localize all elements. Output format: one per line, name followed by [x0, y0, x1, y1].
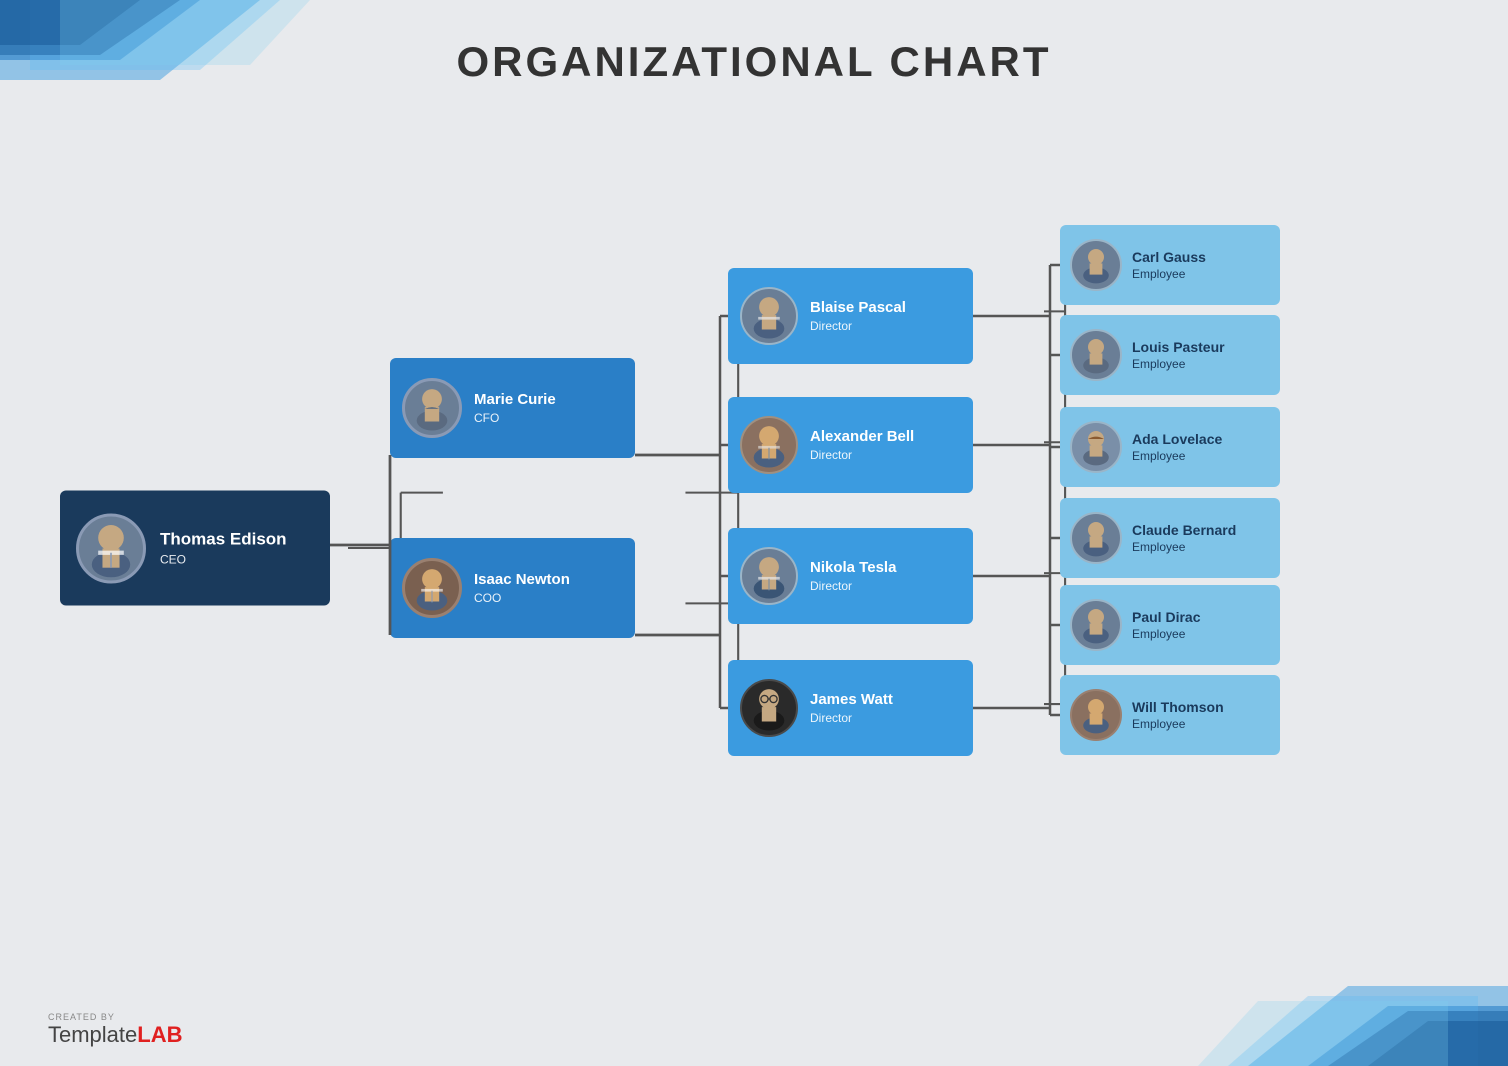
- employee-5-name: Will Thomson: [1132, 699, 1224, 716]
- employee-1-role: Employee: [1132, 357, 1225, 371]
- employee-2-node: Ada Lovelace Employee: [1060, 407, 1280, 487]
- coo-avatar-icon: [405, 558, 459, 618]
- brand-template: Template: [48, 1022, 137, 1047]
- employee-3-role: Employee: [1132, 540, 1236, 554]
- employee-3-node: Claude Bernard Employee: [1060, 498, 1280, 578]
- employee-5-avatar-icon: [1072, 689, 1120, 741]
- employee-5-role: Employee: [1132, 717, 1224, 731]
- employee-2-name: Ada Lovelace: [1132, 431, 1222, 448]
- director-1-avatar-icon: [742, 416, 796, 474]
- chart-area: Thomas Edison CEO Marie Curie CFO: [0, 110, 1508, 986]
- director-2-avatar-icon: [742, 547, 796, 605]
- employee-0-avatar-icon: [1072, 239, 1120, 291]
- employee-2-role: Employee: [1132, 449, 1222, 463]
- director-3-node: James Watt Director: [728, 660, 973, 756]
- ceo-avatar-icon: [79, 513, 143, 583]
- employee-4-avatar-icon: [1072, 599, 1120, 651]
- director-0-avatar-icon: [742, 287, 796, 345]
- employee-3-name: Claude Bernard: [1132, 522, 1236, 539]
- director-1-name: Alexander Bell: [810, 428, 914, 446]
- director-0-name: Blaise Pascal: [810, 299, 906, 317]
- cfo-node: Marie Curie CFO: [390, 358, 635, 458]
- employee-4-node: Paul Dirac Employee: [1060, 585, 1280, 665]
- employee-3-avatar-icon: [1072, 512, 1120, 564]
- director-1-role: Director: [810, 448, 914, 462]
- director-0-avatar: [740, 287, 798, 345]
- employee-5-node: Will Thomson Employee: [1060, 675, 1280, 755]
- employee-2-avatar-icon: [1072, 421, 1120, 473]
- coo-role: COO: [474, 591, 570, 605]
- ceo-node: Thomas Edison CEO: [60, 491, 330, 606]
- director-2-name: Nikola Tesla: [810, 559, 896, 577]
- director-0-role: Director: [810, 319, 906, 333]
- director-1-node: Alexander Bell Director: [728, 397, 973, 493]
- ceo-role: CEO: [160, 552, 287, 566]
- employee-5-avatar: [1070, 689, 1122, 741]
- page-title: ORGANIZATIONAL CHART: [0, 38, 1508, 86]
- employee-1-name: Louis Pasteur: [1132, 339, 1225, 356]
- cfo-role: CFO: [474, 411, 556, 425]
- employee-0-name: Carl Gauss: [1132, 249, 1206, 266]
- coo-avatar: [402, 558, 462, 618]
- director-2-avatar: [740, 547, 798, 605]
- watermark: CREATED BY TemplateLAB: [48, 1012, 183, 1048]
- director-3-role: Director: [810, 711, 893, 725]
- director-3-name: James Watt: [810, 691, 893, 709]
- brand-name: TemplateLAB: [48, 1033, 183, 1045]
- director-2-role: Director: [810, 579, 896, 593]
- employee-1-avatar: [1070, 329, 1122, 381]
- cfo-name: Marie Curie: [474, 391, 556, 409]
- employee-1-avatar-icon: [1072, 329, 1120, 381]
- director-3-avatar: [740, 679, 798, 737]
- director-2-node: Nikola Tesla Director: [728, 528, 973, 624]
- ceo-avatar: [76, 513, 146, 583]
- created-by-label: CREATED BY: [48, 1012, 183, 1022]
- employee-4-avatar: [1070, 599, 1122, 651]
- brand-lab: LAB: [137, 1022, 182, 1047]
- employee-4-name: Paul Dirac: [1132, 609, 1200, 626]
- director-3-avatar-icon: [742, 679, 796, 737]
- employee-1-node: Louis Pasteur Employee: [1060, 315, 1280, 395]
- employee-4-role: Employee: [1132, 627, 1200, 641]
- cfo-avatar: [402, 378, 462, 438]
- employee-2-avatar: [1070, 421, 1122, 473]
- employee-0-node: Carl Gauss Employee: [1060, 225, 1280, 305]
- employee-0-role: Employee: [1132, 267, 1206, 281]
- cfo-avatar-icon: [405, 378, 459, 438]
- director-1-avatar: [740, 416, 798, 474]
- director-0-node: Blaise Pascal Director: [728, 268, 973, 364]
- employee-0-avatar: [1070, 239, 1122, 291]
- employee-3-avatar: [1070, 512, 1122, 564]
- coo-name: Isaac Newton: [474, 571, 570, 589]
- coo-node: Isaac Newton COO: [390, 538, 635, 638]
- ceo-name: Thomas Edison: [160, 530, 287, 550]
